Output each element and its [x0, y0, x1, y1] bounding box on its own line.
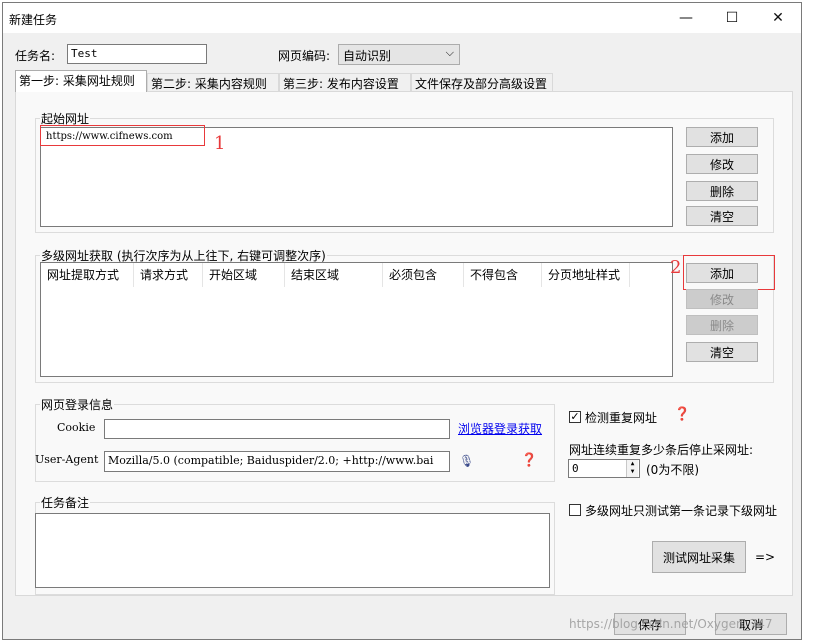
tab-advanced[interactable]: 文件保存及部分高级设置	[411, 73, 553, 91]
encoding-value: 自动识别	[343, 49, 392, 63]
multilevel-delete-button[interactable]: 删除	[686, 315, 758, 335]
tab-step1[interactable]: 第一步: 采集网址规则	[15, 70, 147, 92]
watermark: https://blog.csdn.net/Oxygen_747	[569, 617, 773, 631]
multilevel-clear-button[interactable]: 清空	[686, 342, 758, 362]
column-header[interactable]: 开始区域	[203, 263, 285, 287]
step1-panel: 起始网址 https://www.cifnews.com 1 添加 修改 删除 …	[15, 91, 793, 596]
tab-step2-label: 第二步: 采集内容规则	[151, 77, 267, 91]
tab-step3-label: 第三步: 发布内容设置	[283, 77, 399, 91]
encoding-select[interactable]: 自动识别 ⌵	[338, 44, 460, 65]
check-duplicate-label: 检测重复网址	[585, 411, 658, 425]
annotation-number-1: 1	[214, 133, 226, 154]
test-first-checkbox[interactable]	[569, 504, 581, 516]
microphone-icon[interactable]: 🎙	[459, 454, 474, 468]
test-url-collect-button[interactable]: 测试网址采集	[652, 541, 746, 573]
cookie-label: Cookie	[57, 421, 96, 434]
tab-step1-label: 第一步: 采集网址规则	[19, 74, 135, 88]
start-url-add-button[interactable]: 添加	[686, 127, 758, 147]
browser-login-link[interactable]: 浏览器登录获取	[458, 420, 542, 437]
check-duplicate-checkbox[interactable]: ✓	[569, 411, 581, 423]
user-agent-label: User-Agent	[35, 453, 99, 466]
chevron-down-icon: ⌵	[445, 46, 454, 59]
close-button[interactable]: ✕	[755, 3, 801, 33]
spinner-arrows-icon[interactable]: ▲ ▼	[626, 460, 638, 477]
arrow-icon: =>	[755, 550, 776, 564]
title-bar: 新建任务 — ☐ ✕	[3, 3, 801, 33]
task-dialog: 新建任务 — ☐ ✕ 任务名: Test 网页编码: 自动识别 ⌵ 第一步: 采…	[2, 2, 802, 640]
tab-step2[interactable]: 第二步: 采集内容规则	[147, 73, 279, 91]
window-title: 新建任务	[9, 13, 58, 27]
maximize-button[interactable]: ☐	[709, 3, 755, 33]
user-agent-input[interactable]: Mozilla/5.0 (compatible; Baiduspider/2.0…	[104, 451, 450, 472]
annotation-number-2: 2	[670, 257, 682, 278]
help-icon[interactable]: ❓	[521, 453, 537, 468]
column-header[interactable]: 结束区域	[285, 263, 383, 287]
multilevel-edit-button[interactable]: 修改	[686, 289, 758, 309]
test-first-label: 多级网址只测试第一条记录下级网址	[585, 504, 778, 518]
task-name-label: 任务名:	[15, 49, 56, 63]
stop-threshold-label: 网址连续重复多少条后停止采网址:	[569, 443, 754, 457]
help-icon[interactable]: ❓	[674, 407, 690, 422]
multilevel-list[interactable]: 网址提取方式 请求方式 开始区域 结束区域 必须包含 不得包含 分页地址样式	[40, 262, 673, 377]
start-url-edit-button[interactable]: 修改	[686, 154, 758, 174]
multilevel-add-button[interactable]: 添加	[686, 263, 758, 283]
tab-step3[interactable]: 第三步: 发布内容设置	[279, 73, 411, 91]
notes-textarea[interactable]	[35, 513, 550, 588]
tab-advanced-label: 文件保存及部分高级设置	[415, 77, 548, 91]
column-header[interactable]: 请求方式	[134, 263, 203, 287]
column-header[interactable]: 必须包含	[383, 263, 464, 287]
cookie-input[interactable]	[104, 419, 450, 439]
notes-title: 任务备注	[40, 494, 91, 511]
login-title: 网页登录信息	[40, 396, 115, 413]
close-icon: ✕	[772, 10, 784, 26]
stop-threshold-value: 0	[572, 462, 579, 475]
start-url-clear-button[interactable]: 清空	[686, 206, 758, 226]
minimize-icon: —	[679, 10, 693, 26]
column-header[interactable]: 分页地址样式	[542, 263, 630, 287]
column-header[interactable]: 网址提取方式	[41, 263, 134, 287]
stop-threshold-spinner[interactable]: 0 ▲ ▼	[568, 459, 640, 478]
minimize-button[interactable]: —	[663, 3, 709, 33]
stop-threshold-hint: (0为不限)	[646, 463, 699, 477]
start-url-delete-button[interactable]: 删除	[686, 181, 758, 201]
maximize-icon: ☐	[725, 10, 739, 26]
encoding-label: 网页编码:	[278, 49, 331, 63]
task-name-input[interactable]: Test	[67, 44, 207, 64]
annotation-box-1	[40, 125, 205, 146]
column-header[interactable]: 不得包含	[464, 263, 542, 287]
